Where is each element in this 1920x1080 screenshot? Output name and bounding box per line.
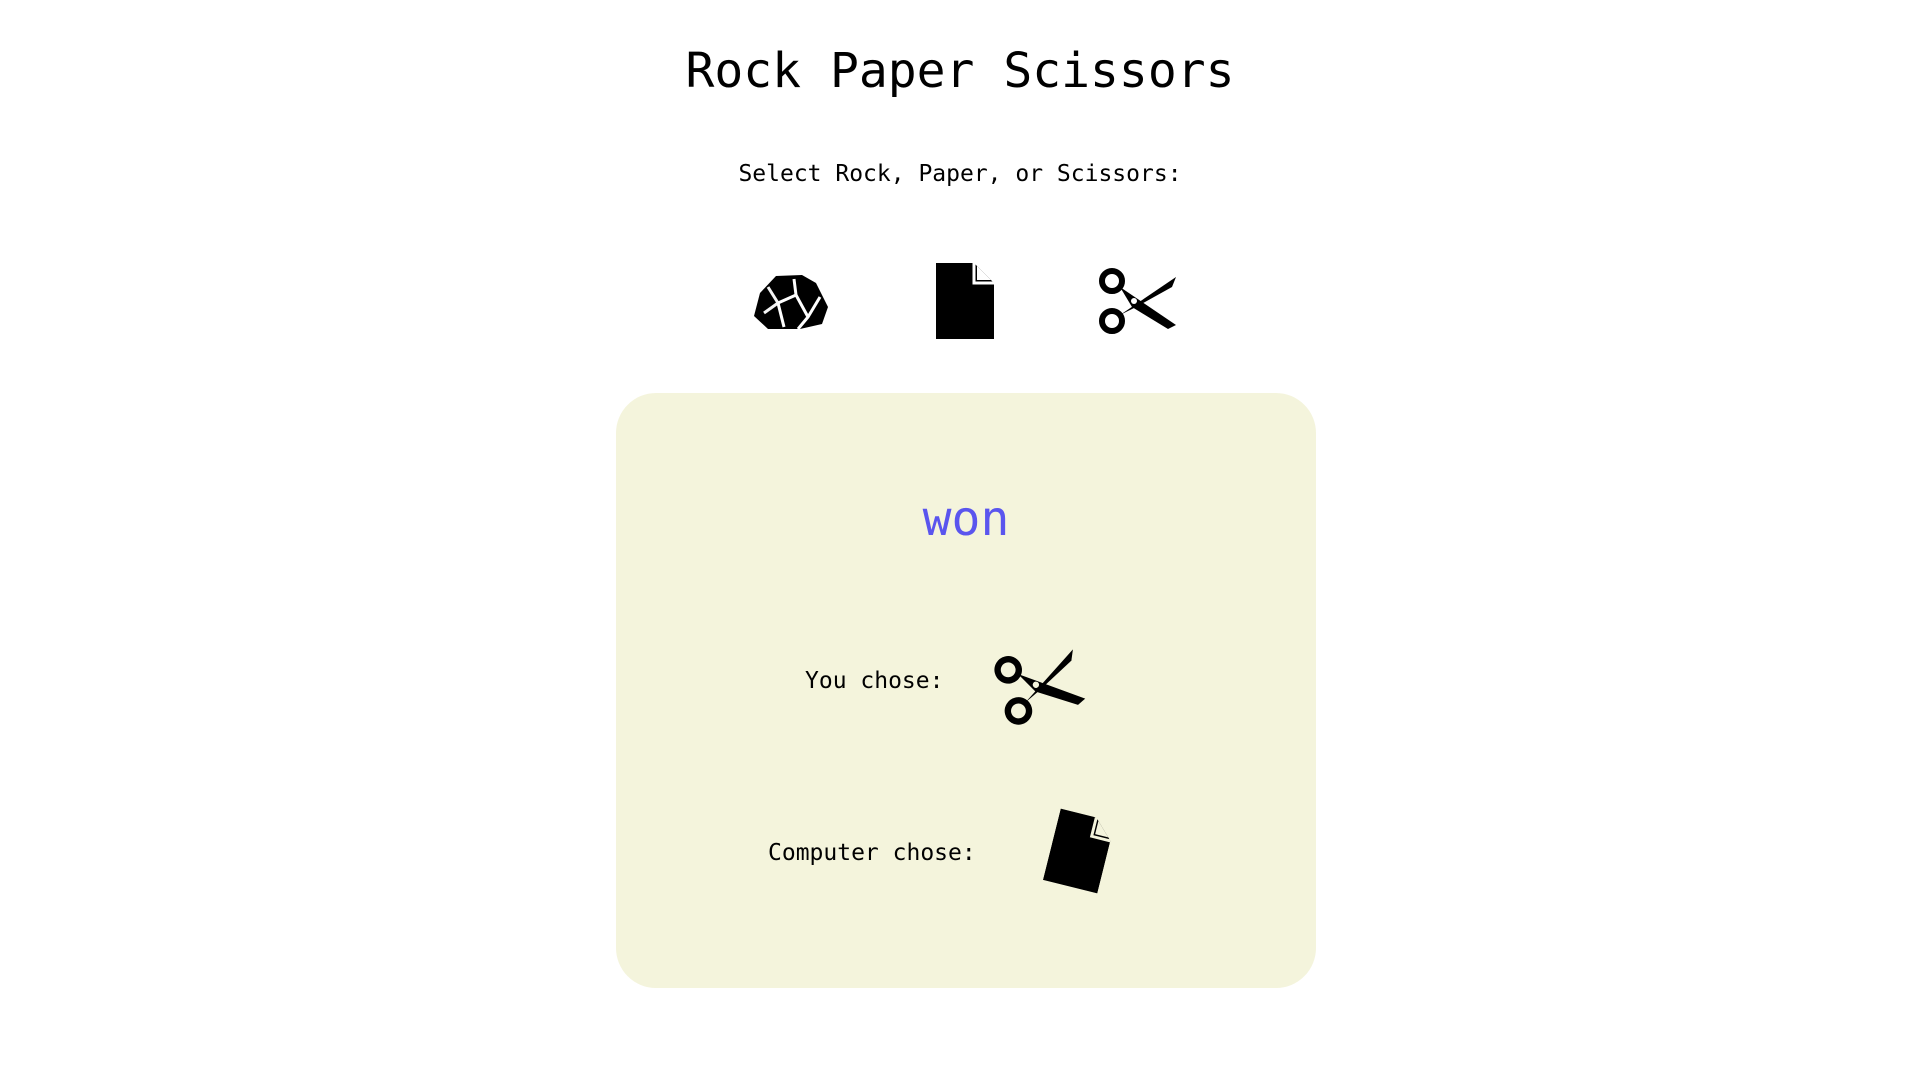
selection-prompt: Select Rock, Paper, or Scissors: (738, 161, 1182, 187)
rock-button[interactable] (747, 256, 837, 346)
result-card: won You chose: Computer chose: (616, 393, 1316, 988)
outcome-text: won (922, 491, 1010, 547)
paper-icon (1024, 796, 1133, 905)
scissors-icon (1098, 267, 1176, 335)
scissors-icon (984, 629, 1093, 738)
choice-buttons (747, 256, 1179, 346)
computer-chose-label: Computer chose: (768, 840, 976, 866)
rock-icon (754, 271, 830, 331)
scissors-button[interactable] (1092, 256, 1182, 346)
game-page: Rock Paper Scissors Select Rock, Paper, … (0, 0, 1920, 1080)
page-title: Rock Paper Scissors (685, 43, 1235, 99)
you-chose-label: You chose: (805, 668, 944, 694)
paper-button[interactable] (920, 256, 1010, 346)
paper-icon (936, 263, 994, 339)
